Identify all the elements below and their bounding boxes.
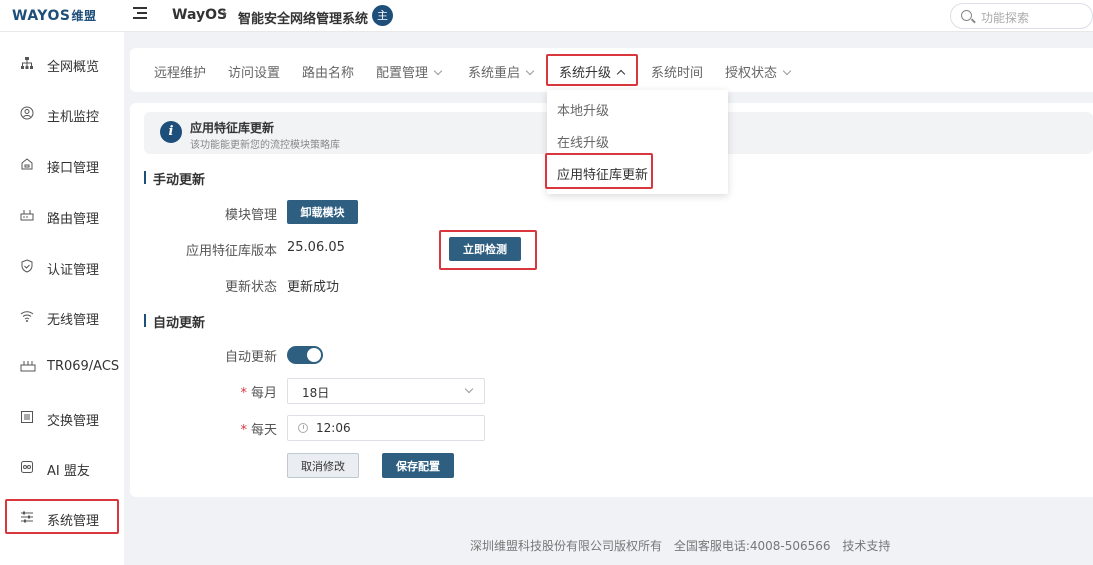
auto-update-label: 自动更新 xyxy=(224,350,277,365)
unload-module-button[interactable]: 卸载模块 xyxy=(287,200,358,224)
wifi-icon xyxy=(20,309,34,323)
sidebar-item-tr069[interactable]: TR069/ACS xyxy=(0,349,124,385)
network-icon xyxy=(20,56,34,70)
switch-icon xyxy=(20,410,34,424)
status-value: 更新成功 xyxy=(287,280,340,295)
chevron-down-icon xyxy=(464,384,474,394)
tab-config-management[interactable]: 配置管理 xyxy=(376,62,443,81)
info-description: 该功能能更新您的流控模块策略库 xyxy=(190,140,340,151)
sidebar-item-ai[interactable]: AI 盟友 xyxy=(0,450,124,486)
menu-toggle-icon[interactable] xyxy=(133,7,147,21)
logo: WAYOS维盟 xyxy=(12,8,97,24)
user-icon xyxy=(20,106,34,120)
top-bar: WAYOS维盟 WayOS › 智能安全网络管理系统 主 功能探索 xyxy=(0,0,1093,32)
daily-label: * 每天 xyxy=(240,423,277,438)
device-icon xyxy=(20,359,36,373)
sidebar-item-label: 无线管理 xyxy=(47,313,100,328)
tab-system-restart[interactable]: 系统重启 xyxy=(468,62,535,81)
page-title: 智能安全网络管理系统 xyxy=(238,12,369,27)
save-config-button[interactable]: 保存配置 xyxy=(382,453,454,478)
monthly-select-value: 18日 xyxy=(302,386,330,400)
check-highlight-box xyxy=(439,230,537,270)
search-input[interactable]: 功能探索 xyxy=(981,9,1029,26)
tab-system-time[interactable]: 系统时间 xyxy=(651,62,703,81)
daily-time-value: 12:06 xyxy=(316,421,351,435)
sidebar: 全网概览 主机监控 接口管理 路由管理 认证管理 无线管理 TR069/ACS … xyxy=(0,32,124,565)
sidebar-item-label: 路由管理 xyxy=(47,212,100,227)
monthly-label: * 每月 xyxy=(240,386,277,401)
sidebar-item-wireless[interactable]: 无线管理 xyxy=(0,299,124,335)
status-label: 更新状态 xyxy=(224,280,277,295)
sidebar-item-label: 接口管理 xyxy=(47,161,100,176)
auto-update-toggle[interactable] xyxy=(287,346,323,364)
sidebar-item-overview[interactable]: 全网概览 xyxy=(0,46,124,82)
sidebar-item-label: 全网概览 xyxy=(47,60,100,75)
tab-router-name[interactable]: 路由名称 xyxy=(302,62,354,81)
tab-access-settings[interactable]: 访问设置 xyxy=(228,62,280,81)
sidebar-item-label: 主机监控 xyxy=(47,110,100,125)
toggle-knob xyxy=(307,348,321,362)
version-value: 25.06.05 xyxy=(287,240,345,255)
sidebar-item-label: AI 盟友 xyxy=(47,464,90,479)
tab-license-status[interactable]: 授权状态 xyxy=(725,62,792,81)
cancel-button[interactable]: 取消修改 xyxy=(287,453,359,478)
ai-icon xyxy=(20,460,34,474)
module-label: 模块管理 xyxy=(224,208,277,223)
chevron-down-icon xyxy=(525,66,535,76)
chevron-down-icon xyxy=(782,66,792,76)
tab-highlight-box xyxy=(546,54,638,86)
sidebar-item-label: TR069/ACS xyxy=(47,359,120,374)
router-icon xyxy=(20,208,34,222)
tab-remote-maintenance[interactable]: 远程维护 xyxy=(154,62,206,81)
sidebar-item-routing[interactable]: 路由管理 xyxy=(0,198,124,234)
brand-name: WayOS xyxy=(172,7,228,23)
manual-update-section-title: 手动更新 xyxy=(144,169,205,188)
dropdown-item-local-upgrade[interactable]: 本地升级 xyxy=(557,100,609,119)
sidebar-item-interface[interactable]: 接口管理 xyxy=(0,147,124,183)
info-icon: i xyxy=(160,121,182,143)
sidebar-item-host-monitor[interactable]: 主机监控 xyxy=(0,96,124,132)
search-icon xyxy=(961,10,972,21)
search-box[interactable]: 功能探索 xyxy=(950,3,1093,29)
footer-copyright: 深圳维盟科技股份有限公司版权所有 xyxy=(470,539,663,553)
daily-time-input[interactable]: 12:06 xyxy=(287,415,485,441)
footer-hotline: 全国客服电话:4008-506566 xyxy=(673,539,831,553)
interface-icon xyxy=(20,157,34,171)
shield-icon xyxy=(20,259,34,273)
clock-icon xyxy=(298,423,308,433)
main-badge[interactable]: 主 xyxy=(372,5,393,26)
dropdown-item-online-upgrade[interactable]: 在线升级 xyxy=(557,132,609,151)
sidebar-item-label: 认证管理 xyxy=(47,263,100,278)
chevron-down-icon xyxy=(433,66,443,76)
monthly-select[interactable]: 18日 xyxy=(287,378,485,404)
info-title: 应用特征库更新 xyxy=(190,121,275,135)
footer-support-link[interactable]: 技术支持 xyxy=(842,539,890,553)
sidebar-item-switch[interactable]: 交换管理 xyxy=(0,400,124,436)
footer: 深圳维盟科技股份有限公司版权所有 全国客服电话:4008-506566 技术支持 xyxy=(470,537,898,554)
sidebar-item-label: 交换管理 xyxy=(47,414,100,429)
dropdown-highlight-box xyxy=(545,153,653,189)
chevron-right-icon: › xyxy=(222,6,228,22)
auto-update-section-title: 自动更新 xyxy=(144,312,205,331)
version-label: 应用特征库版本 xyxy=(185,244,277,259)
sidebar-highlight-box xyxy=(5,499,119,534)
sidebar-item-auth[interactable]: 认证管理 xyxy=(0,249,124,285)
